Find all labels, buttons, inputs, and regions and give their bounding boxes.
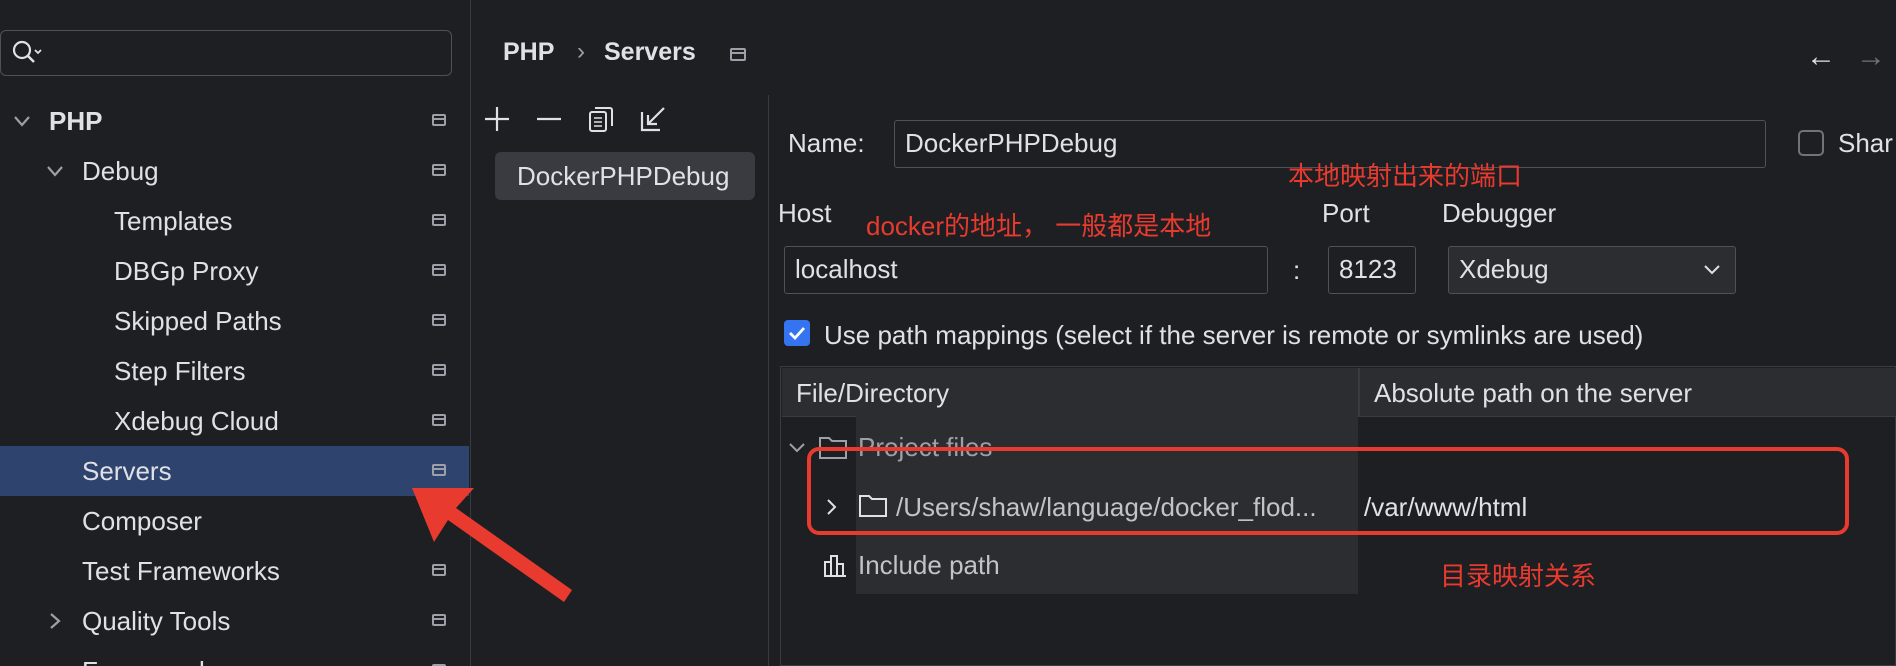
library-icon	[824, 555, 846, 577]
chevron-down-icon	[14, 116, 30, 127]
remove-icon[interactable]	[534, 104, 564, 134]
debugger-select-value: Xdebug	[1459, 254, 1549, 284]
copy-icon[interactable]	[586, 104, 616, 134]
use-path-mappings-label: Use path mappings (select if the server …	[824, 320, 1644, 350]
tree-item-label: Debug	[82, 156, 159, 186]
settings-page-icon	[730, 48, 746, 61]
chevron-down-icon	[1704, 265, 1720, 275]
tree-item-dbgp-proxy[interactable]: DBGp Proxy	[0, 246, 469, 296]
column-divider[interactable]	[1358, 368, 1360, 416]
tree-item-label: Step Filters	[114, 356, 246, 386]
tree-item-step-filters[interactable]: Step Filters	[0, 346, 469, 396]
checkmark-icon	[789, 327, 806, 341]
shared-checkbox[interactable]	[1798, 130, 1824, 156]
breadcrumb-root[interactable]: PHP	[503, 38, 554, 67]
chevron-down-icon	[789, 443, 805, 453]
debugger-select[interactable]: Xdebug	[1448, 246, 1736, 294]
tree-item-label: Servers	[82, 456, 172, 486]
use-path-mappings-checkbox[interactable]	[784, 320, 810, 346]
back-arrow-icon[interactable]: ←	[1806, 40, 1836, 74]
tree-item-composer[interactable]: Composer	[0, 496, 469, 546]
tree-item-test-frameworks[interactable]: Test Frameworks	[0, 546, 469, 596]
settings-page-icon	[432, 414, 446, 426]
search-icon	[12, 40, 42, 63]
tree-item-templates[interactable]: Templates	[0, 196, 469, 246]
tree-item-debug[interactable]: Debug	[0, 146, 469, 196]
add-icon[interactable]	[482, 104, 512, 134]
tree-item-servers[interactable]: Servers	[0, 446, 469, 496]
host-annotation: docker的地址， 一般都是本地	[866, 211, 1212, 241]
table-row[interactable]: Include path	[782, 542, 1358, 590]
settings-page-icon	[432, 364, 446, 376]
annotation-arrow-icon	[412, 488, 572, 602]
port-field[interactable]: 8123	[1328, 246, 1416, 294]
mapping-annotation: 目录映射关系	[1440, 561, 1597, 591]
import-icon[interactable]	[638, 104, 668, 134]
include-path-label: Include path	[858, 550, 1000, 580]
settings-page-icon	[432, 214, 446, 226]
debugger-label: Debugger	[1442, 198, 1557, 228]
settings-page-icon	[432, 264, 446, 276]
tree-item-label: Xdebug Cloud	[114, 406, 279, 436]
tree-item-label: Test Frameworks	[82, 556, 280, 586]
breadcrumb-separator: ›	[577, 38, 585, 65]
forward-arrow-icon[interactable]: →	[1856, 40, 1886, 74]
settings-page-icon	[432, 114, 446, 126]
settings-page-icon	[432, 164, 446, 176]
port-annotation: 本地映射出来的端口	[1288, 161, 1523, 191]
tree-item-label: Skipped Paths	[114, 306, 282, 336]
search-input[interactable]	[0, 30, 452, 76]
page-title: Servers	[604, 38, 696, 66]
host-label: Host	[778, 198, 832, 228]
tree-item-label: Frameworks	[82, 646, 225, 666]
tree-item-label: DBGp Proxy	[114, 256, 259, 286]
host-port-colon: :	[1293, 255, 1301, 285]
shared-label: Shar	[1838, 128, 1893, 158]
tree-item-label: Templates	[114, 206, 233, 236]
annotation-highlight-box	[807, 447, 1849, 535]
host-field[interactable]: localhost	[784, 246, 1268, 294]
tree-item-label: Quality Tools	[82, 606, 231, 636]
tree-item-quality-tools[interactable]: Quality Tools	[0, 596, 469, 646]
settings-page-icon	[432, 314, 446, 326]
tree-item-skipped-paths[interactable]: Skipped Paths	[0, 296, 469, 346]
chevron-right-icon	[50, 613, 61, 629]
settings-page-icon	[432, 614, 446, 626]
column-header-server-path[interactable]: Absolute path on the server	[1374, 378, 1692, 409]
port-label: Port	[1322, 198, 1370, 228]
tree-item-xdebug-cloud[interactable]: Xdebug Cloud	[0, 396, 469, 446]
name-label: Name:	[788, 128, 865, 158]
column-header-file[interactable]: File/Directory	[796, 378, 949, 409]
tree-item-label: PHP	[49, 106, 103, 136]
tree-item-php[interactable]: PHP	[0, 96, 469, 146]
tree-item-label: Composer	[82, 506, 202, 536]
tree-item-frameworks[interactable]: Frameworks	[0, 646, 469, 666]
server-list-item[interactable]: DockerPHPDebug	[495, 152, 755, 200]
chevron-down-icon	[47, 166, 63, 177]
